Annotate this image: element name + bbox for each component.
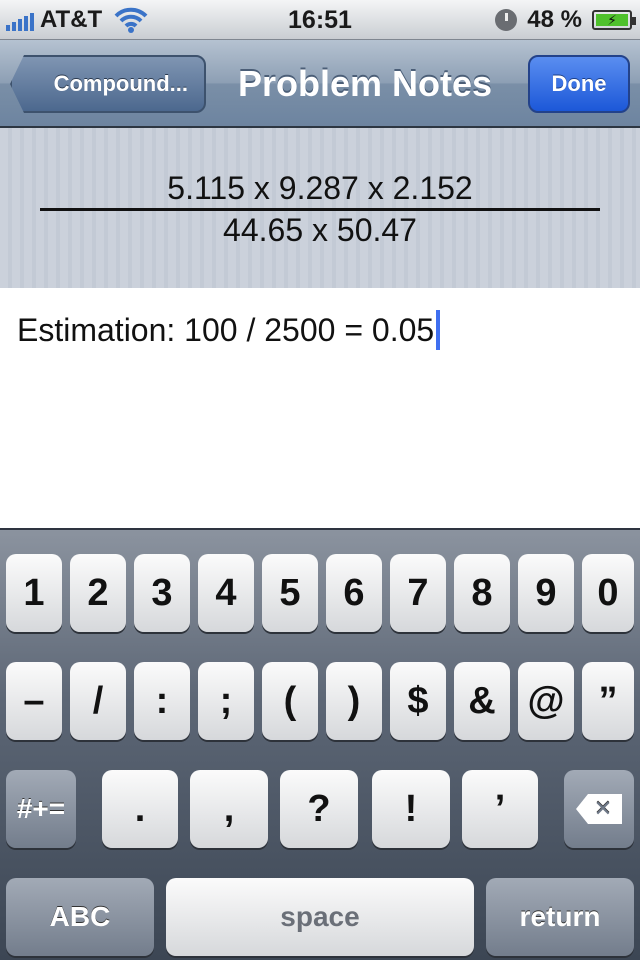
key-1[interactable]: 1	[6, 554, 62, 632]
fraction-denominator: 44.65 x 50.47	[223, 212, 417, 248]
key-exclamation[interactable]: !	[372, 770, 450, 848]
keyboard: 1 2 3 4 5 6 7 8 9 0 – / : ; ( ) $ & @ ” …	[0, 528, 640, 960]
alarm-clock-icon	[495, 9, 518, 31]
text-cursor	[436, 310, 441, 350]
problem-expression: 5.115 x 9.287 x 2.152 44.65 x 50.47	[0, 128, 640, 288]
key-dollar[interactable]: $	[390, 662, 446, 740]
key-0[interactable]: 0	[582, 554, 634, 632]
battery-icon: ⚡	[592, 10, 636, 30]
key-8[interactable]: 8	[454, 554, 510, 632]
key-9[interactable]: 9	[518, 554, 574, 632]
key-question[interactable]: ?	[280, 770, 358, 848]
space-key[interactable]: space	[166, 878, 474, 956]
back-button[interactable]: Compound...	[10, 55, 206, 113]
notes-text-area[interactable]: Estimation: 100 / 2500 = 0.05	[0, 288, 640, 528]
key-colon[interactable]: :	[134, 662, 190, 740]
done-button[interactable]: Done	[528, 55, 630, 113]
status-right: 48 % ⚡	[495, 6, 636, 34]
return-key[interactable]: return	[486, 878, 634, 956]
key-quote[interactable]: ”	[582, 662, 634, 740]
symbols-mode-key[interactable]: #+=	[6, 770, 76, 848]
key-period[interactable]: .	[102, 770, 178, 848]
key-7[interactable]: 7	[390, 554, 446, 632]
backspace-key[interactable]: ✕	[564, 770, 634, 848]
key-4[interactable]: 4	[198, 554, 254, 632]
abc-key[interactable]: ABC	[6, 878, 154, 956]
key-semicolon[interactable]: ;	[198, 662, 254, 740]
key-6[interactable]: 6	[326, 554, 382, 632]
key-apostrophe[interactable]: ’	[462, 770, 538, 848]
status-bar: AT&T 16:51 48 % ⚡	[0, 0, 640, 40]
key-slash[interactable]: /	[70, 662, 126, 740]
key-comma[interactable]: ,	[190, 770, 268, 848]
key-at[interactable]: @	[518, 662, 574, 740]
navigation-bar: Compound... Problem Notes Done	[0, 40, 640, 128]
fraction-bar	[40, 208, 600, 211]
key-dash[interactable]: –	[6, 662, 62, 740]
notes-content[interactable]: Estimation: 100 / 2500 = 0.05	[17, 310, 441, 350]
key-close-paren[interactable]: )	[326, 662, 382, 740]
backspace-icon: ✕	[576, 794, 622, 824]
notes-text: Estimation: 100 / 2500 = 0.05	[17, 311, 435, 348]
key-ampersand[interactable]: &	[454, 662, 510, 740]
battery-percentage: 48 %	[527, 6, 582, 33]
fraction-numerator: 5.115 x 9.287 x 2.152	[167, 170, 473, 206]
key-2[interactable]: 2	[70, 554, 126, 632]
key-3[interactable]: 3	[134, 554, 190, 632]
key-open-paren[interactable]: (	[262, 662, 318, 740]
key-5[interactable]: 5	[262, 554, 318, 632]
page-title: Problem Notes	[237, 63, 493, 104]
charging-bolt-icon: ⚡	[596, 12, 628, 28]
